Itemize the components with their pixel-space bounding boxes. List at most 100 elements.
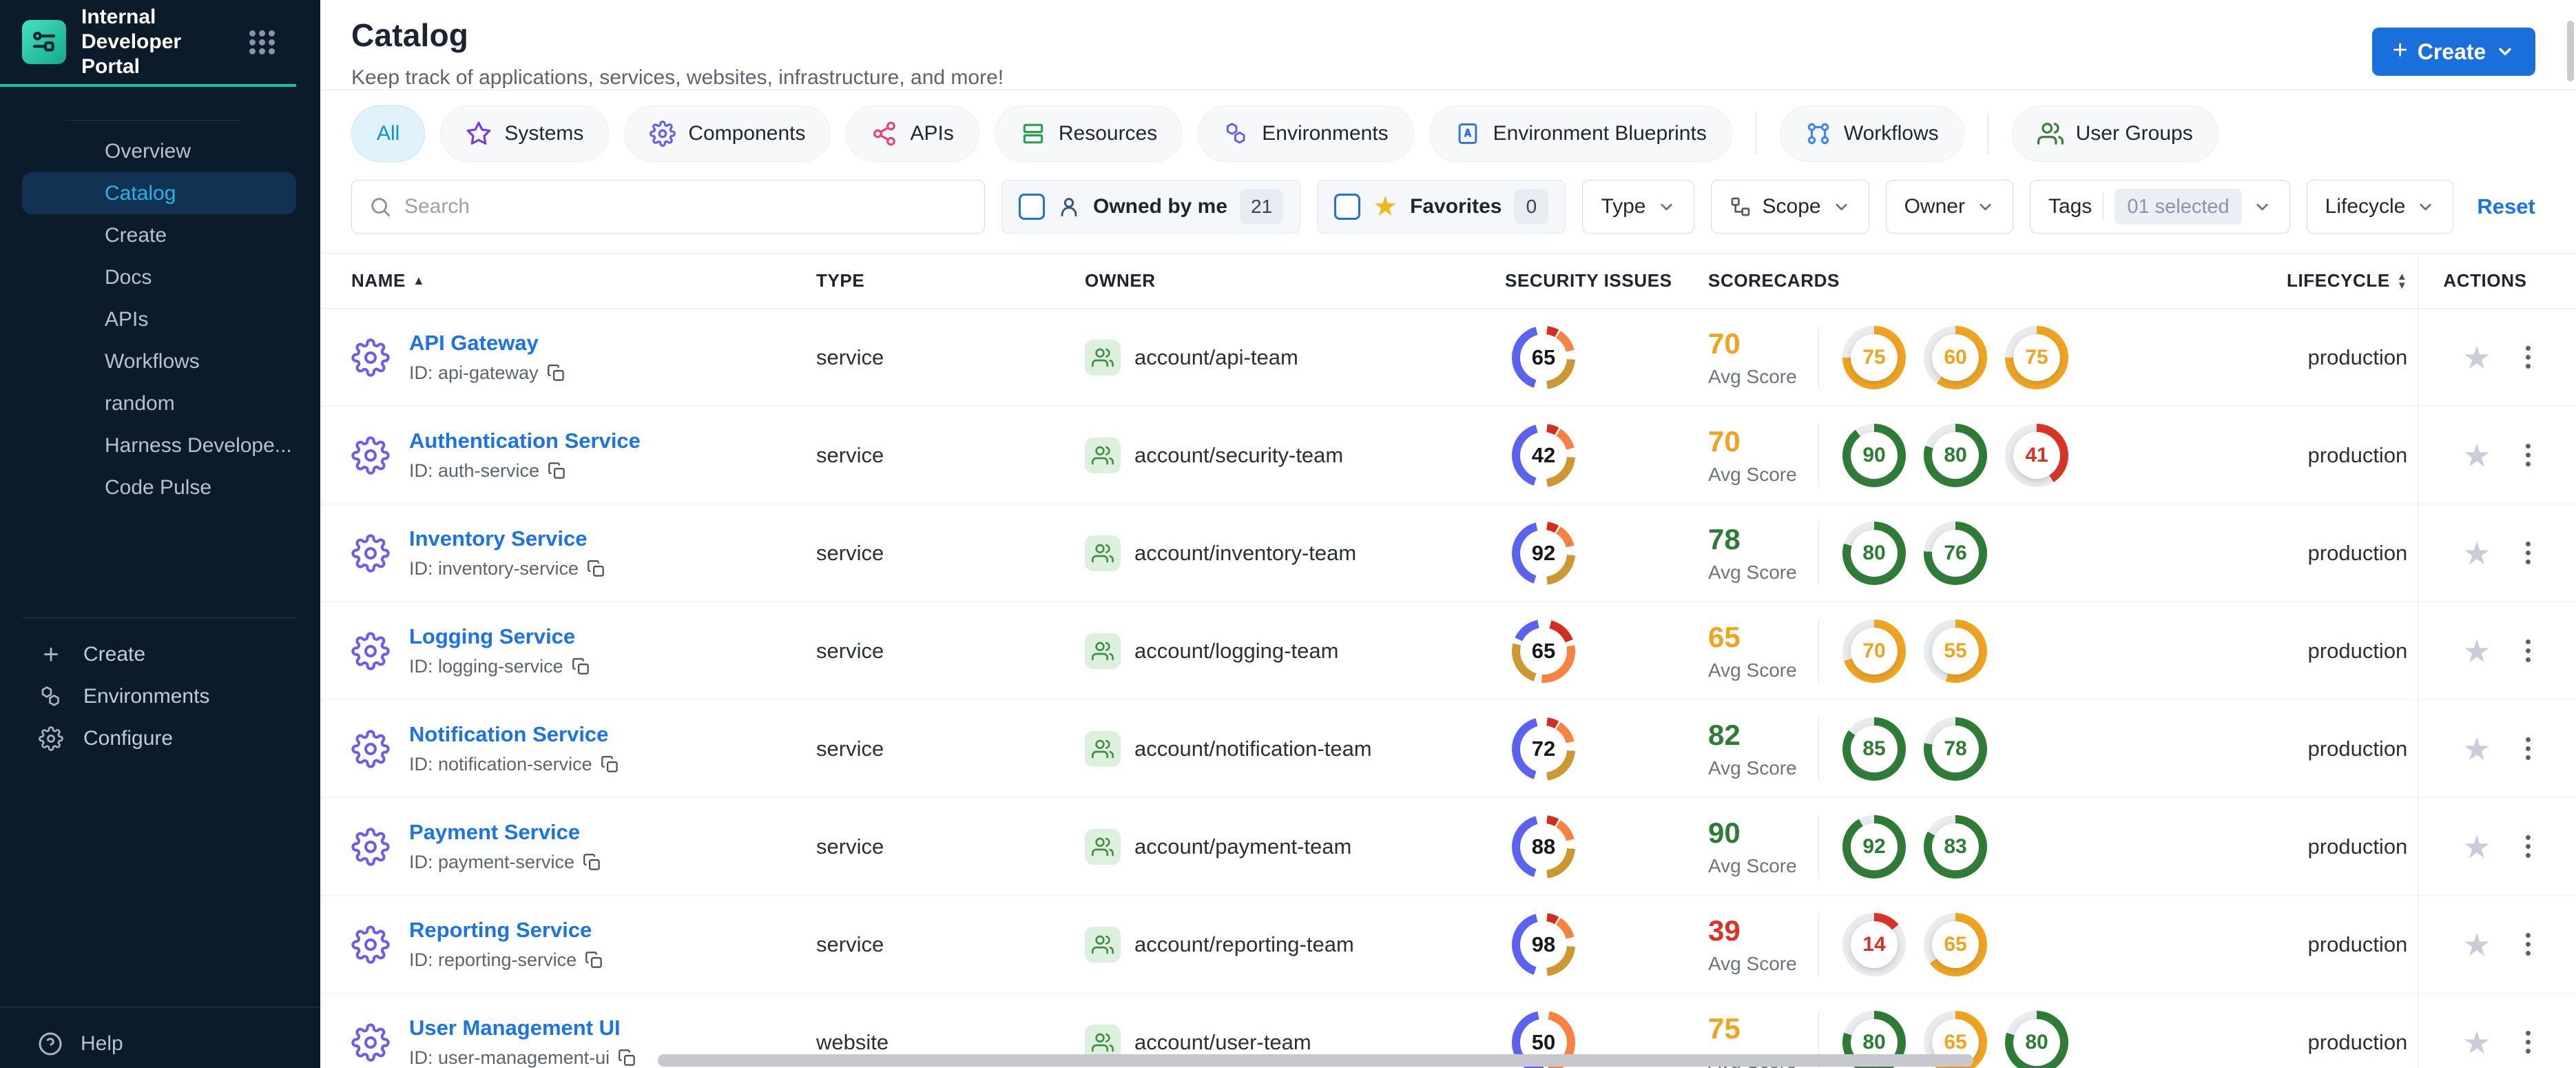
- name-cell: Authentication Service ID: auth-service: [351, 429, 816, 482]
- horizontal-scrollbar-thumb[interactable]: [658, 1054, 1973, 1067]
- owned-by-me-filter[interactable]: Owned by me 21: [1001, 180, 1301, 234]
- sidebar-item-code-pulse[interactable]: Code Pulse: [22, 466, 296, 509]
- sidebar-item-create[interactable]: Create: [22, 214, 296, 256]
- copy-icon[interactable]: [585, 951, 603, 969]
- scorecard-ring-value: 70: [1862, 639, 1886, 662]
- copy-icon[interactable]: [587, 559, 605, 578]
- avg-score-value: 39: [1708, 914, 1741, 947]
- copy-icon[interactable]: [618, 1049, 636, 1067]
- scorecard-ring-value: 80: [1944, 443, 1967, 466]
- entity-name-link[interactable]: API Gateway: [409, 331, 539, 355]
- component-gear-icon: [351, 729, 390, 768]
- kebab-menu-icon[interactable]: [2522, 631, 2535, 670]
- vertical-scrollbar-thumb[interactable]: [2567, 21, 2574, 81]
- table-row: API Gateway ID: api-gateway service account…: [320, 309, 2576, 407]
- favorite-star-icon[interactable]: ★: [2462, 635, 2491, 667]
- kebab-menu-icon[interactable]: [2522, 338, 2535, 377]
- sidebar-item-docs[interactable]: Docs: [22, 256, 296, 298]
- tab-all[interactable]: All: [351, 105, 426, 162]
- entity-id-text: ID: notification-service: [409, 754, 592, 774]
- avg-score-value: 78: [1708, 522, 1741, 555]
- sidebar-item-help[interactable]: Help: [0, 1020, 320, 1068]
- tab-apis[interactable]: APIs: [846, 105, 979, 162]
- column-header-lifecycle[interactable]: LIFECYCLE ▲ ▼: [2287, 270, 2418, 291]
- scorecard-ring-value: 80: [2025, 1030, 2048, 1054]
- filter-dropdown-lifecycle[interactable]: Lifecycle: [2306, 180, 2454, 234]
- sidebar-item-overview[interactable]: Overview: [22, 130, 296, 172]
- favorite-star-icon[interactable]: ★: [2462, 1027, 2491, 1058]
- tab-resources[interactable]: Resources: [994, 105, 1183, 162]
- main-content: Catalog Keep track of applications, serv…: [320, 0, 2576, 1068]
- entity-name-link[interactable]: Payment Service: [409, 820, 580, 844]
- entity-name-link[interactable]: Reporting Service: [409, 918, 592, 942]
- sidebar-item-catalog[interactable]: Catalog: [22, 172, 296, 214]
- copy-icon[interactable]: [572, 657, 590, 676]
- chevron-down-icon: [2253, 198, 2272, 216]
- sidebar-item-random[interactable]: random: [22, 382, 296, 424]
- search-input[interactable]: [404, 195, 968, 218]
- plus-icon: +: [43, 639, 59, 670]
- entity-name-link[interactable]: User Management UI: [409, 1016, 621, 1040]
- workflows-icon: [1805, 121, 1831, 147]
- sidebar-item-apis[interactable]: APIs: [22, 298, 296, 340]
- favorite-star-icon[interactable]: ★: [2462, 342, 2491, 373]
- filter-dropdown-owner[interactable]: Owner: [1885, 180, 2013, 234]
- favorite-star-icon[interactable]: ★: [2462, 929, 2491, 961]
- reset-filters-link[interactable]: Reset: [2477, 194, 2535, 219]
- type-cell: website: [816, 1029, 889, 1054]
- sidebar-item-harness-develope-[interactable]: Harness Develope...: [22, 424, 296, 466]
- tab-workflows[interactable]: Workflows: [1779, 105, 1964, 162]
- filter-dropdown-type[interactable]: Type: [1582, 180, 1694, 234]
- favorites-filter[interactable]: ★ Favorites 0: [1317, 180, 1566, 234]
- favorite-star-icon[interactable]: ★: [2462, 537, 2491, 569]
- filter-dropdown-tags[interactable]: Tags 01 selected: [2029, 180, 2290, 234]
- type-cell: service: [816, 638, 884, 663]
- copy-icon[interactable]: [548, 462, 566, 480]
- sidebar-item-create[interactable]: + Create: [0, 633, 320, 675]
- security-issues-ring: 98: [1512, 912, 1575, 976]
- kebab-menu-icon[interactable]: [2522, 1023, 2535, 1062]
- entity-id: ID: user-management-ui: [409, 1047, 636, 1068]
- copy-icon[interactable]: [583, 853, 601, 872]
- entity-id: ID: api-gateway: [409, 362, 565, 384]
- tab-components[interactable]: Components: [624, 105, 831, 162]
- type-cell: service: [816, 932, 884, 956]
- scorecard-ring-value: 65: [1944, 932, 1967, 956]
- sidebar-item-configure[interactable]: Configure: [0, 717, 320, 759]
- tab-environment-blueprints[interactable]: Environment Blueprints: [1429, 105, 1732, 162]
- owner-group-icon: [1085, 926, 1121, 963]
- favorite-star-icon[interactable]: ★: [2462, 733, 2491, 765]
- scorecard-rings: 92 83: [1842, 814, 1987, 879]
- entity-name-link[interactable]: Notification Service: [409, 722, 608, 746]
- page-subtitle: Keep track of applications, services, we…: [351, 66, 1004, 89]
- kebab-menu-icon[interactable]: [2522, 925, 2535, 964]
- entity-name-link[interactable]: Inventory Service: [409, 526, 587, 551]
- create-button[interactable]: + Create: [2371, 28, 2536, 76]
- avg-score-block: 70 Avg Score: [1708, 327, 1811, 388]
- entity-name-link[interactable]: Logging Service: [409, 624, 575, 648]
- scorecard-ring: 80: [2005, 1010, 2068, 1068]
- kebab-menu-icon[interactable]: [2522, 729, 2535, 768]
- app-switcher-grid-icon[interactable]: [249, 30, 276, 54]
- security-issues-ring: 88: [1512, 814, 1575, 879]
- hexagons-icon: [38, 684, 64, 709]
- entity-name-link[interactable]: Authentication Service: [409, 429, 641, 453]
- filter-dropdown-scope[interactable]: Scope: [1710, 180, 1869, 234]
- column-header-name[interactable]: NAME ▲: [351, 270, 816, 291]
- sidebar-item-workflows[interactable]: Workflows: [22, 340, 296, 382]
- favorite-star-icon[interactable]: ★: [2462, 831, 2491, 863]
- favorite-star-icon[interactable]: ★: [2462, 440, 2491, 471]
- tab-environments[interactable]: Environments: [1198, 105, 1414, 162]
- kebab-menu-icon[interactable]: [2522, 435, 2535, 475]
- kebab-menu-icon[interactable]: [2522, 827, 2535, 866]
- tab-systems[interactable]: Systems: [440, 105, 610, 162]
- sidebar-item-environments[interactable]: Environments: [0, 675, 320, 717]
- kebab-menu-icon[interactable]: [2522, 533, 2535, 573]
- owner-name: account/reporting-team: [1134, 932, 1354, 956]
- scorecard-ring: 55: [1924, 619, 1987, 683]
- tab-user-groups[interactable]: User Groups: [2011, 105, 2219, 162]
- copy-icon[interactable]: [601, 755, 619, 774]
- copy-icon[interactable]: [547, 364, 565, 382]
- owned-by-me-checkbox[interactable]: [1019, 194, 1045, 220]
- favorites-checkbox[interactable]: [1334, 194, 1361, 220]
